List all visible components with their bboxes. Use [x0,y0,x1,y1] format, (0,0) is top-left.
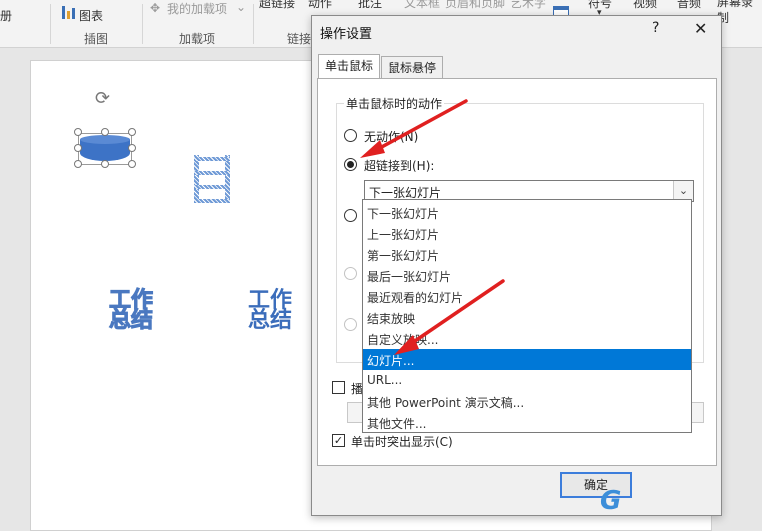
resize-handle[interactable] [74,128,82,136]
rotate-icon[interactable]: ⟳ [95,90,110,108]
hyperlink-button[interactable]: 超链接 [259,0,295,11]
resize-handle[interactable] [128,160,136,168]
group-illustrations: 插图 [84,32,109,46]
dropdown-item[interactable]: 其他文件... [363,412,691,433]
action-button[interactable]: 动作 [308,0,332,11]
wordart-text-1[interactable]: 工作总结 [108,289,154,332]
group-addins: 加载项 [179,32,216,46]
dropdown-item[interactable]: URL... [363,370,691,391]
resize-handle[interactable] [101,160,109,168]
check-icon: ✓ [333,434,344,447]
dropdown-item[interactable]: 最后一张幻灯片 [363,265,691,286]
radio-hyperlink-label[interactable]: 超链接到(H): [364,157,434,174]
tab-mouse-over[interactable]: 鼠标悬停 [381,56,444,78]
ladder-shape[interactable] [194,155,230,203]
comment-button[interactable]: 批注 [358,0,382,11]
resize-handle[interactable] [128,128,136,136]
chevron-down-icon: ⌄ [236,0,247,14]
hyperlink-dropdown-list: 下一张幻灯片 上一张幻灯片 第一张幻灯片 最后一张幻灯片 最近观看的幻灯片 结束… [362,199,692,433]
dropdown-item[interactable]: 第一张幻灯片 [363,244,691,265]
screen-record-button[interactable]: 屏幕录制 [717,0,757,26]
radio-none[interactable] [344,129,357,142]
radio-hyperlink[interactable] [344,158,357,171]
wordart-button[interactable]: 艺术字 [510,0,546,11]
dropdown-item[interactable]: 其他 PowerPoint 演示文稿... [363,391,691,412]
dropdown-item[interactable]: 下一张幻灯片 [363,202,691,223]
checkbox-highlight-label[interactable]: 单击时突出显示(C) [351,433,453,450]
chevron-down-icon[interactable]: ⌄ [673,181,693,201]
resize-handle[interactable] [74,144,82,152]
dropdown-item-selected[interactable]: 幻灯片... [363,349,691,370]
radio-run-macro[interactable] [344,267,357,280]
dropdown-item[interactable]: 最近观看的幻灯片 [363,286,691,307]
resize-handle[interactable] [74,160,82,168]
ribbon-separator [50,4,51,44]
chart-icon [62,6,76,19]
ribbon-separator [253,4,254,44]
dropdown-item[interactable]: 结束放映 [363,307,691,328]
wordart-text-2[interactable]: 工作总结 [247,290,293,332]
help-icon[interactable]: ? [652,20,659,36]
cylinder-shape[interactable] [80,135,130,163]
resize-handle[interactable] [128,144,136,152]
tab-mouse-click[interactable]: 单击鼠标 [318,54,381,79]
ribbon-separator [142,4,143,44]
close-icon[interactable]: ✕ [694,19,707,38]
dropdown-item[interactable]: 自定义放映... [363,328,691,349]
dialog-title: 操作设置 [320,27,373,42]
logo-watermark: G [600,486,622,516]
my-addins-button[interactable]: 我的加载项 [167,0,227,17]
group-links: 链接 [287,32,312,46]
radio-object-action[interactable] [344,318,357,331]
checkbox-highlight[interactable]: ✓ [332,434,345,447]
checkbox-play-sound[interactable] [332,381,345,394]
audio-button[interactable]: 音频 [677,0,701,11]
resize-handle[interactable] [101,128,109,136]
chart-button[interactable]: 图表 [79,7,103,24]
puzzle-icon: ✥ [150,1,161,15]
radio-run-program[interactable] [344,209,357,222]
radio-none-label[interactable]: 无动作(N) [364,128,418,145]
video-button[interactable]: 视频 [633,0,657,11]
dropdown-item[interactable]: 上一张幻灯片 [363,223,691,244]
group-title: 单击鼠标时的动作 [344,95,445,112]
ribbon-left-item[interactable]: 册 [0,7,12,24]
header-footer-button[interactable]: 页眉和页脚 [445,0,505,11]
textbox-button[interactable]: 文本框 [404,0,440,11]
